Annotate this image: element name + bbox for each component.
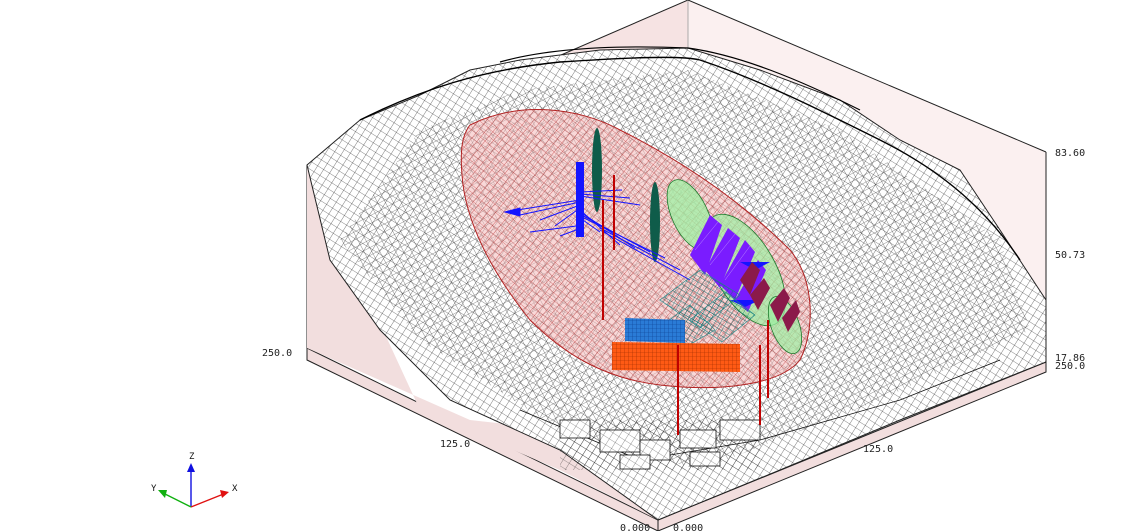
- y-tick-left-250: 250.0: [262, 348, 292, 359]
- triad-z-arrow-icon: [187, 463, 195, 472]
- steel-blue-block: [625, 318, 685, 343]
- dark-green-plate-2: [650, 182, 660, 262]
- x-tick-right-125: 125.0: [863, 444, 893, 455]
- origin-label-right: 0.000: [673, 523, 703, 531]
- triad-y-arrow-icon: [158, 490, 167, 498]
- origin-label-left: 0.000: [620, 523, 650, 531]
- scene-canvas: 83.60 50.73 17.86 250.0 125.0 250.0 125.…: [151, 0, 1085, 531]
- triad-x-arrow-icon: [220, 490, 229, 498]
- 3d-model-viewport[interactable]: 83.60 50.73 17.86 250.0 125.0 250.0 125.…: [0, 0, 1131, 531]
- triad-z-label: Z: [189, 452, 195, 462]
- z-tick-top: 83.60: [1055, 148, 1085, 159]
- triad-x-axis: [190, 492, 227, 508]
- orange-block: [612, 342, 740, 372]
- y-tick-left-125: 125.0: [440, 439, 470, 450]
- excavation-blocks: [559, 419, 761, 470]
- x-tick-right-250: 250.0: [1055, 361, 1085, 372]
- z-tick-mid: 50.73: [1055, 250, 1085, 261]
- triad-x-label: X: [232, 484, 238, 494]
- triad-y-label: Y: [151, 484, 157, 494]
- triad-y-axis: [162, 492, 192, 508]
- orientation-triad[interactable]: Z X Y: [151, 452, 238, 508]
